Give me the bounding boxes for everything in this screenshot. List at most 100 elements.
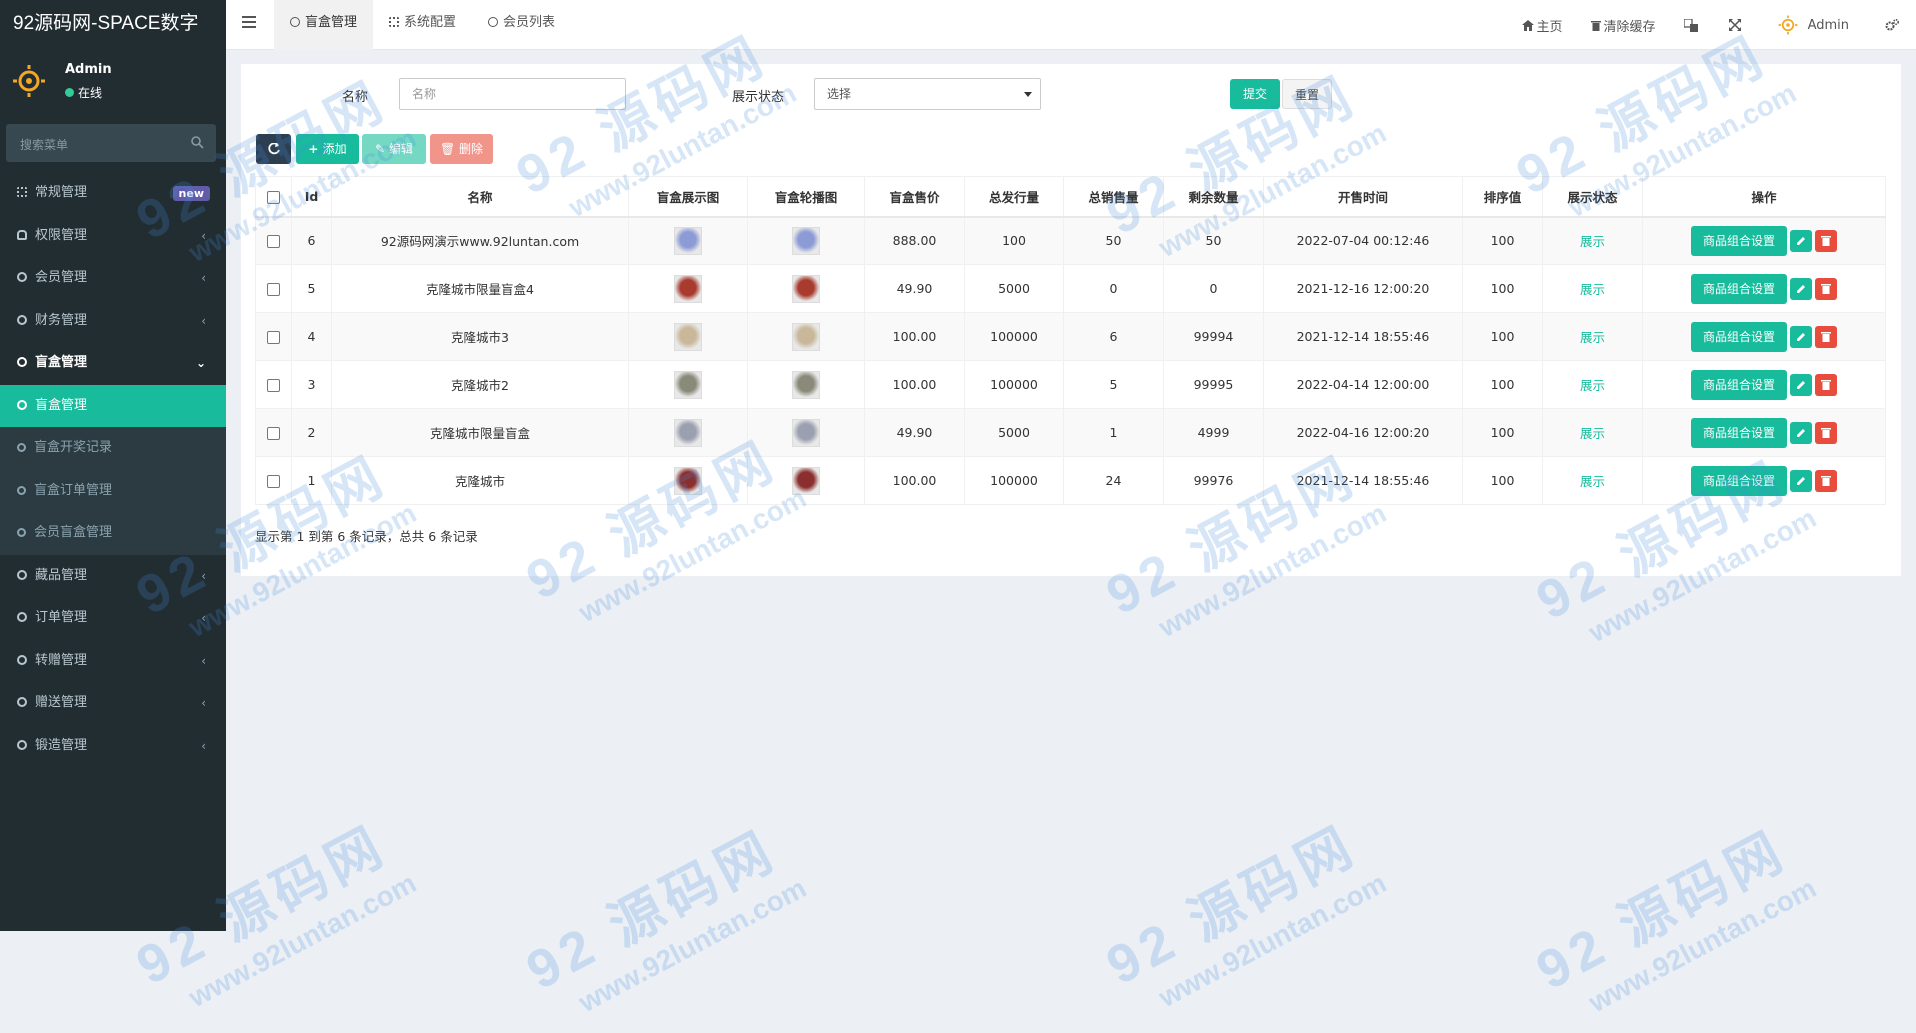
status-label[interactable]: 展示	[1580, 234, 1605, 249]
row-edit-button[interactable]	[1790, 229, 1812, 252]
sidebar-item-orders[interactable]: 订单管理 ‹	[0, 597, 226, 640]
tab-blindbox[interactable]: 盲盒管理	[274, 0, 374, 50]
carousel-thumbnail[interactable]	[792, 466, 820, 495]
sidebar-item-permission[interactable]: 权限管理 ‹	[0, 215, 226, 258]
sidebar-item-gift[interactable]: 赠送管理 ‹	[0, 682, 226, 725]
settings-button[interactable]	[1863, 19, 1916, 31]
col-header[interactable]: 总发行量	[964, 176, 1064, 218]
sidebar-item-transfer[interactable]: 转赠管理 ‹	[0, 640, 226, 683]
app-logo[interactable]: 92源码网-SPACE数字	[0, 0, 226, 50]
row-edit-button[interactable]	[1790, 277, 1812, 300]
row-checkbox[interactable]	[267, 379, 280, 392]
col-header[interactable]: 开售时间	[1263, 176, 1463, 218]
status-label[interactable]: 展示	[1580, 426, 1605, 441]
carousel-thumbnail[interactable]	[792, 226, 820, 255]
search-icon[interactable]	[190, 135, 204, 149]
sidebar-item-blindbox-orders[interactable]: 盲盒订单管理	[0, 469, 226, 512]
sidebar-item-member-blindbox[interactable]: 会员盲盒管理	[0, 512, 226, 555]
table-row[interactable]: 4 克隆城市3 100.00 100000 6 99994 2021-12-14 18:55…	[255, 312, 1886, 361]
watermark-url: www.92luntan.com	[1153, 867, 1392, 1014]
delete-button[interactable]: 🗑 删除	[430, 134, 493, 164]
status-label[interactable]: 展示	[1580, 378, 1605, 393]
clear-cache-button[interactable]: 清除缓存	[1577, 16, 1670, 35]
combo-settings-button[interactable]: 商品组合设置	[1690, 369, 1787, 400]
combo-settings-button[interactable]: 商品组合设置	[1690, 273, 1787, 304]
reset-button[interactable]: 重置	[1282, 79, 1332, 109]
combo-settings-button[interactable]: 商品组合设置	[1690, 417, 1787, 448]
col-header[interactable]: 盲盒售价	[864, 176, 965, 218]
menu-search-input[interactable]: 搜索菜单	[6, 124, 216, 162]
table-row[interactable]: 1 克隆城市 100.00 100000 24 99976 2021-12-14 18:55…	[255, 456, 1886, 505]
table-row[interactable]: 6 92源码网演示www.92luntan.com 888.00 100 50 50 202…	[255, 216, 1886, 265]
translate-button[interactable]	[1670, 18, 1715, 32]
combo-settings-button[interactable]: 商品组合设置	[1690, 225, 1787, 256]
col-header[interactable]: Id	[291, 176, 332, 218]
col-header[interactable]: 盲盒轮播图	[747, 176, 865, 218]
row-edit-button[interactable]	[1790, 373, 1812, 396]
sidebar-item-collection[interactable]: 藏品管理 ‹	[0, 555, 226, 598]
status-label[interactable]: 展示	[1580, 474, 1605, 489]
status-label[interactable]: 展示	[1580, 330, 1605, 345]
carousel-thumbnail[interactable]	[792, 370, 820, 399]
sidebar-item-member[interactable]: 会员管理 ‹	[0, 257, 226, 300]
display-thumbnail[interactable]	[674, 322, 702, 351]
sidebar-item-general[interactable]: 常规管理 new	[0, 172, 226, 215]
row-checkbox[interactable]	[267, 427, 280, 440]
row-edit-button[interactable]	[1790, 421, 1812, 444]
row-edit-button[interactable]	[1790, 325, 1812, 348]
tab-system-config[interactable]: 系统配置	[373, 0, 472, 50]
carousel-thumbnail[interactable]	[792, 322, 820, 351]
sidebar-item-blindbox-manage[interactable]: 盲盒管理	[0, 384, 226, 427]
row-checkbox[interactable]	[267, 475, 280, 488]
carousel-thumbnail[interactable]	[792, 418, 820, 447]
col-header[interactable]: 排序值	[1462, 176, 1543, 218]
add-button[interactable]: + 添加	[296, 134, 359, 164]
row-checkbox[interactable]	[267, 283, 280, 296]
chevron-left-icon: ‹	[201, 228, 206, 243]
status-filter-select[interactable]: 选择	[814, 78, 1041, 110]
refresh-button[interactable]	[256, 134, 291, 164]
row-delete-button[interactable]	[1815, 229, 1837, 252]
table-row[interactable]: 2 克隆城市限量盲盒 49.90 5000 1 4999 2022-04-16 12:00:…	[255, 408, 1886, 457]
display-thumbnail[interactable]	[674, 274, 702, 303]
display-thumbnail[interactable]	[674, 226, 702, 255]
combo-settings-button[interactable]: 商品组合设置	[1690, 465, 1787, 496]
display-thumbnail[interactable]	[674, 466, 702, 495]
fullscreen-button[interactable]	[1715, 19, 1758, 31]
row-checkbox[interactable]	[267, 331, 280, 344]
row-edit-button[interactable]	[1790, 469, 1812, 492]
name-filter-input[interactable]: 名称	[399, 78, 626, 110]
menu-toggle-icon[interactable]	[242, 16, 256, 28]
submit-button[interactable]: 提交	[1230, 79, 1280, 109]
home-link[interactable]: 主页	[1508, 16, 1577, 35]
table-row[interactable]: 3 克隆城市2 100.00 100000 5 99995 2022-04-14 12:00…	[255, 360, 1886, 409]
col-header[interactable]: 展示状态	[1542, 176, 1643, 218]
pencil-icon	[1796, 236, 1805, 245]
tab-member-list[interactable]: 会员列表	[472, 0, 571, 50]
col-header[interactable]: 总销售量	[1063, 176, 1164, 218]
sidebar-item-finance[interactable]: 财务管理 ‹	[0, 300, 226, 343]
row-delete-button[interactable]	[1815, 469, 1837, 492]
sidebar-item-blindbox[interactable]: 盲盒管理 ⌄	[0, 342, 226, 385]
row-delete-button[interactable]	[1815, 421, 1837, 444]
row-delete-button[interactable]	[1815, 373, 1837, 396]
status-label[interactable]: 展示	[1580, 282, 1605, 297]
select-all-header	[255, 176, 292, 218]
col-header[interactable]: 盲盒展示图	[628, 176, 748, 218]
sidebar-item-blindbox-draws[interactable]: 盲盒开奖记录	[0, 427, 226, 470]
table-row[interactable]: 5 克隆城市限量盲盒4 49.90 5000 0 0 2021-12-16 12:00:20…	[255, 264, 1886, 313]
combo-settings-button[interactable]: 商品组合设置	[1690, 321, 1787, 352]
row-delete-button[interactable]	[1815, 325, 1837, 348]
select-all-checkbox[interactable]	[267, 190, 280, 204]
row-delete-button[interactable]	[1815, 277, 1837, 300]
user-menu[interactable]: Admin	[1758, 15, 1863, 35]
carousel-thumbnail[interactable]	[792, 274, 820, 303]
sidebar-item-forge[interactable]: 锻造管理 ‹	[0, 725, 226, 768]
display-thumbnail[interactable]	[674, 418, 702, 447]
row-checkbox[interactable]	[267, 235, 280, 249]
col-header[interactable]: 名称	[331, 176, 629, 218]
display-thumbnail[interactable]	[674, 370, 702, 399]
chevron-left-icon: ‹	[201, 696, 206, 710]
edit-button[interactable]: ✎ 编辑	[362, 134, 426, 164]
col-header[interactable]: 剩余数量	[1163, 176, 1264, 218]
